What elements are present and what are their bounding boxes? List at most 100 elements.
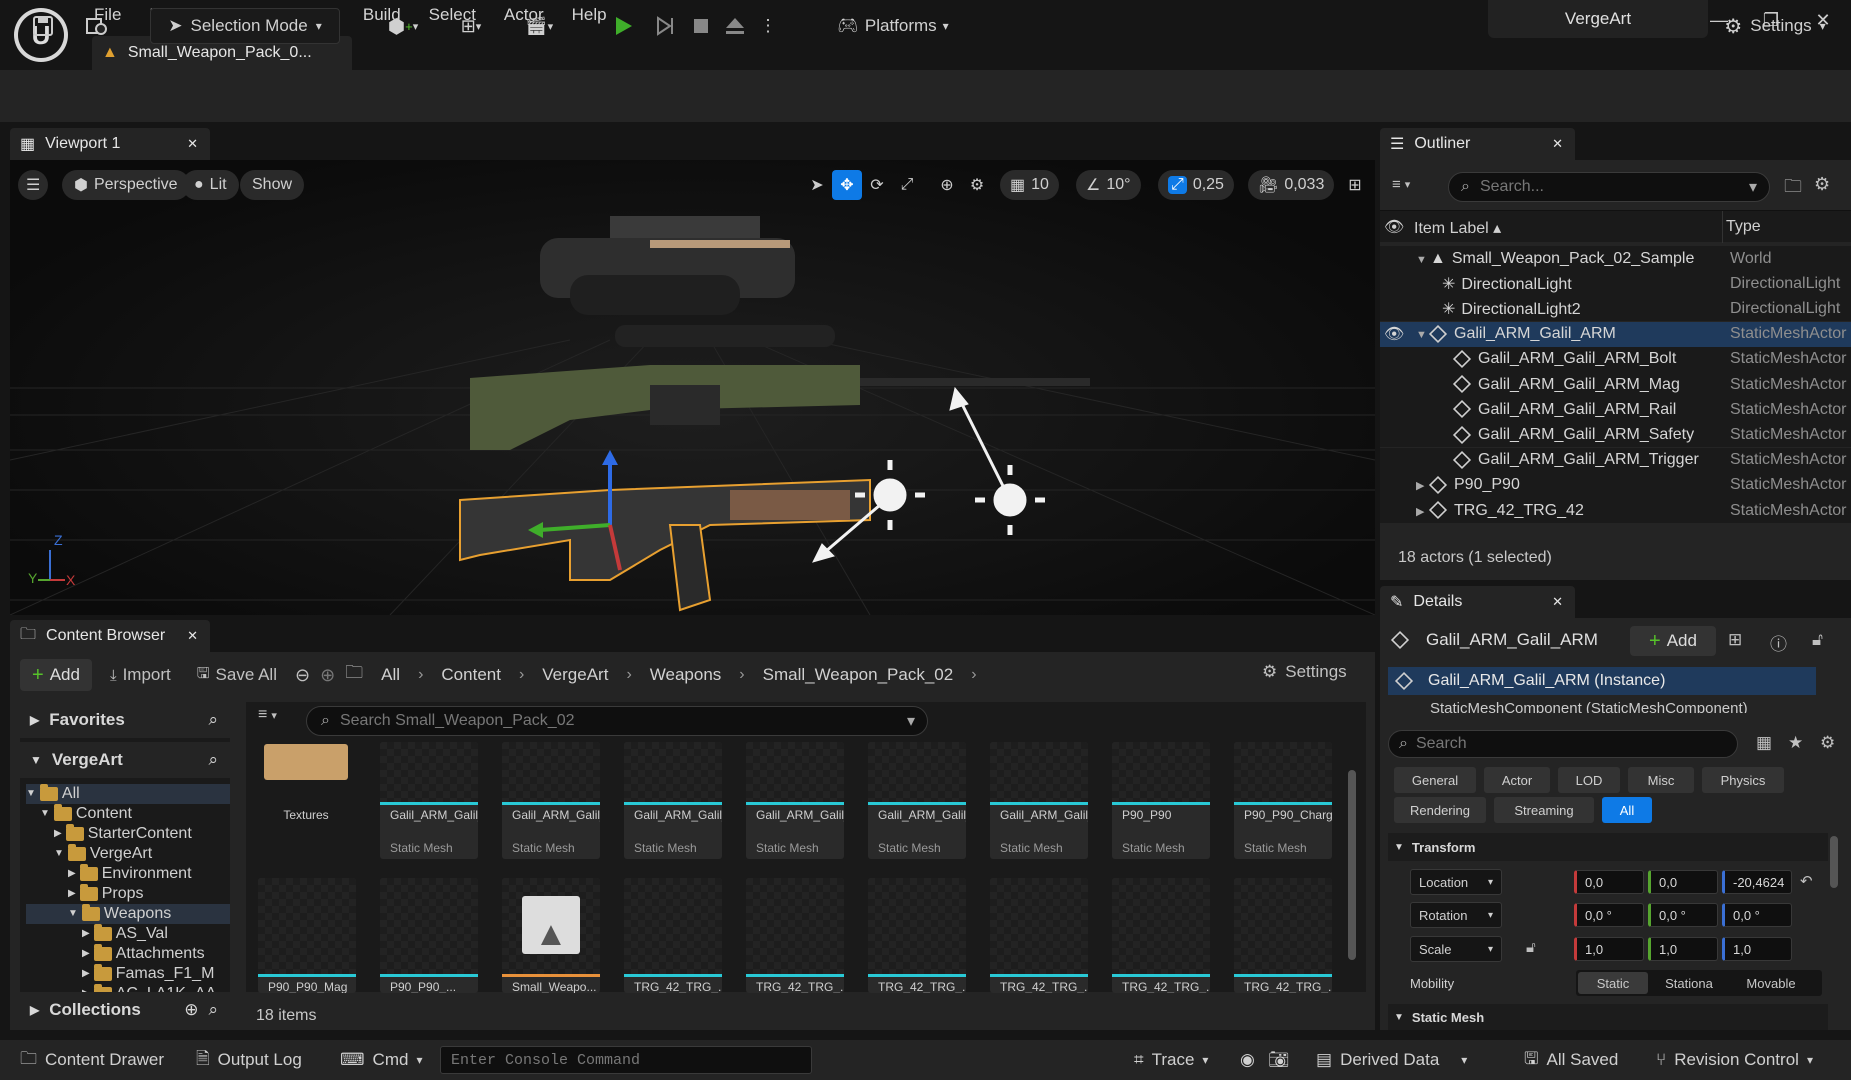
tree-item[interactable]: ▶ StarterContent [26, 824, 230, 844]
tree-item[interactable]: ▶ Attachments [26, 944, 230, 964]
asset-search-input[interactable]: ⌕ Search Small_Weapon_Pack_02 ▾ [306, 706, 928, 736]
outliner-row[interactable]: ▶ P90_P90 StaticMeshActor [1380, 472, 1851, 498]
asset-tile[interactable]: TRG_42_TRG_... [868, 878, 966, 993]
help-icon[interactable]: ⓘ [1770, 630, 1787, 655]
add-collection-icon[interactable]: ⊕ [184, 1000, 198, 1020]
asset-tile[interactable]: P90_P90_... [380, 878, 478, 993]
location-dropdown[interactable]: Location ▾ [1410, 869, 1502, 895]
location-z-field[interactable]: -20,4624 [1722, 870, 1792, 894]
forward-icon[interactable]: ⊕ [320, 665, 335, 686]
tree-item[interactable]: ▶AC_LA1K_AA [26, 984, 230, 992]
close-icon[interactable]: ✕ [1552, 136, 1563, 152]
rotation-z-field[interactable]: 0,0 ° [1722, 903, 1792, 927]
eject-icon[interactable] [718, 8, 752, 44]
rotation-dropdown[interactable]: Rotation ▾ [1410, 902, 1502, 928]
viewport-layout-icon[interactable]: ⊞ [1340, 170, 1370, 200]
back-icon[interactable]: ⊖ [295, 665, 310, 686]
breadcrumb-all[interactable]: All [373, 665, 408, 685]
visibility-icon[interactable]: 👁︎ [1384, 217, 1404, 237]
add-folder-icon[interactable]: 🗀 [1784, 174, 1802, 204]
collections-header[interactable]: ▶ Collections ⊕ ⌕ [20, 992, 230, 1028]
blueprint-icon[interactable]: ⊞ [1728, 630, 1742, 650]
tree-item[interactable]: ▶ Props [26, 884, 230, 904]
visibility-icon[interactable]: 👁︎ [1384, 324, 1404, 344]
asset-tile[interactable]: Galil_ARM_Galil_ARM_Trigger Static Mesh [990, 742, 1088, 859]
outliner-row[interactable]: Galil_ARM_Galil_ARM_Mag StaticMeshActor [1380, 372, 1851, 397]
location-y-field[interactable]: 0,0 [1648, 870, 1718, 894]
outliner-row[interactable]: 👁︎ ▼ Galil_ARM_Galil_ARM StaticMeshActor [1380, 321, 1851, 347]
rotation-y-field[interactable]: 0,0 ° [1648, 903, 1718, 927]
location-x-field[interactable]: 0,0 [1574, 870, 1644, 894]
outliner-row[interactable]: ✳ DirectionalLight DirectionalLight [1380, 271, 1851, 297]
filter-lod[interactable]: LOD [1558, 767, 1620, 793]
component-row[interactable]: StaticMeshComponent (StaticMeshComponent… [1388, 697, 1816, 714]
asset-tile[interactable]: ▲ Small_Weapo... [502, 878, 600, 993]
table-view-icon[interactable]: ▦ [1756, 733, 1772, 753]
surface-snap-icon[interactable]: ⚙ [962, 170, 992, 200]
content-browser-tab[interactable]: 🗀 Content Browser ✕ [10, 620, 210, 652]
import-button[interactable]: ⤓ Import [102, 665, 179, 685]
save-icon[interactable] [26, 8, 60, 44]
filter-streaming[interactable]: Streaming [1494, 797, 1594, 823]
asset-tile[interactable]: Galil_ARM_Galil_ARM_Mag Static Mesh [624, 742, 722, 859]
asset-tile[interactable]: P90_P90_Mag [258, 878, 356, 993]
revision-control-dropdown[interactable]: ⑂ Revision Control ▾ [1656, 1040, 1813, 1080]
tree-item[interactable]: ▶ Famas_F1_M [26, 964, 230, 984]
outliner-row[interactable]: Galil_ARM_Galil_ARM_Bolt StaticMeshActor [1380, 346, 1851, 372]
outliner-row[interactable]: Galil_ARM_Galil_ARM_Trigger StaticMeshAct… [1380, 447, 1851, 473]
outliner-row[interactable]: ✳ DirectionalLight2 DirectionalLight [1380, 296, 1851, 322]
cinematics-icon[interactable]: 🎬︎ ▾ [514, 8, 564, 44]
rotate-tool-icon[interactable]: ⟳ [862, 170, 892, 200]
select-tool-icon[interactable]: ➤ [802, 170, 832, 200]
tree-item[interactable]: ▼ Weapons [26, 904, 230, 924]
filter-general[interactable]: General [1394, 767, 1476, 793]
asset-tile[interactable]: TRG_42_TRG_... [1112, 878, 1210, 993]
content-browser-settings-button[interactable]: ⚙ Settings [1262, 662, 1347, 682]
gear-icon[interactable]: ⚙ [1814, 174, 1830, 195]
level-viewport[interactable]: Z Y X ☰ ⬢ Perspective ● Lit Show ➤ ✥ ⟳ ⤢ ⊕… [10, 160, 1375, 615]
toolbar-settings-button[interactable]: ⚙ Settings ▾ [1710, 8, 1840, 44]
scale-x-field[interactable]: 1,0 [1574, 937, 1644, 961]
asset-tile[interactable]: Galil_ARM_Galil_ARM_Safety Static Mesh [868, 742, 966, 859]
textures-folder-icon[interactable] [264, 744, 348, 780]
tree-item[interactable]: ▶ Environment [26, 864, 230, 884]
asset-tile[interactable]: P90_P90 Static Mesh [1112, 742, 1210, 859]
filter-all[interactable]: All [1602, 797, 1652, 823]
output-log-button[interactable]: 🗎 Output Log [196, 1040, 302, 1080]
asset-tile[interactable]: TRG_42_TRG_... [624, 878, 722, 993]
breadcrumb-small-weapon-pack[interactable]: Small_Weapon_Pack_02 [755, 665, 962, 685]
tree-item[interactable]: ▼ VergeArt [26, 844, 230, 864]
favorites-header[interactable]: ▶ Favorites ⌕ [20, 702, 230, 738]
mobility-static[interactable]: Static [1578, 972, 1648, 994]
static-mesh-section[interactable]: ▼ Static Mesh [1388, 1004, 1828, 1030]
add-button[interactable]: + Add [20, 659, 92, 691]
asset-tile[interactable]: Galil_ARM_Galil_ARM Static Mesh [380, 742, 478, 859]
blueprint-icon[interactable]: ⊞ ▾ [446, 8, 496, 44]
filter-actor[interactable]: Actor [1484, 767, 1550, 793]
vergeart-header[interactable]: ▼ VergeArt ⌕ [20, 742, 230, 778]
details-tab[interactable]: ✎ Details ✕ [1380, 586, 1575, 618]
add-actor-icon[interactable]: ⬢ + ▾ [378, 8, 428, 44]
chevron-down-icon[interactable]: ▾ [1749, 177, 1757, 197]
close-icon[interactable]: ✕ [187, 628, 198, 644]
type-header[interactable]: Type [1726, 218, 1761, 236]
scale-z-field[interactable]: 1,0 [1722, 937, 1792, 961]
tree-item[interactable]: ▼ All [26, 784, 230, 804]
platforms-dropdown[interactable]: 🎮︎ Platforms ▾ [818, 8, 968, 44]
asset-tile[interactable]: TRG_42_TRG_... [1234, 878, 1332, 993]
scale-y-field[interactable]: 1,0 [1648, 937, 1718, 961]
world-space-icon[interactable]: ⊕ [932, 170, 962, 200]
star-icon[interactable]: ★ [1788, 733, 1803, 753]
reset-icon[interactable]: ↶ [1800, 872, 1813, 890]
asset-tile[interactable]: Galil_ARM_Galil_ARM_Rail Static Mesh [746, 742, 844, 859]
cmd-dropdown[interactable]: ⌨ Cmd ▾ [340, 1040, 422, 1080]
record-icon[interactable]: ◉ [1240, 1040, 1255, 1080]
filter-misc[interactable]: Misc [1628, 767, 1694, 793]
item-label-header[interactable]: Item Label ▴ [1414, 218, 1501, 238]
more-options-icon[interactable]: ⋮ [756, 8, 780, 44]
asset-scrollbar[interactable] [1348, 770, 1356, 960]
scale-tool-icon[interactable]: ⤢ [892, 170, 922, 200]
browse-icon[interactable] [80, 8, 114, 44]
tree-item[interactable]: ▼ Content [26, 804, 230, 824]
search-icon[interactable]: ⌕ [208, 710, 218, 730]
